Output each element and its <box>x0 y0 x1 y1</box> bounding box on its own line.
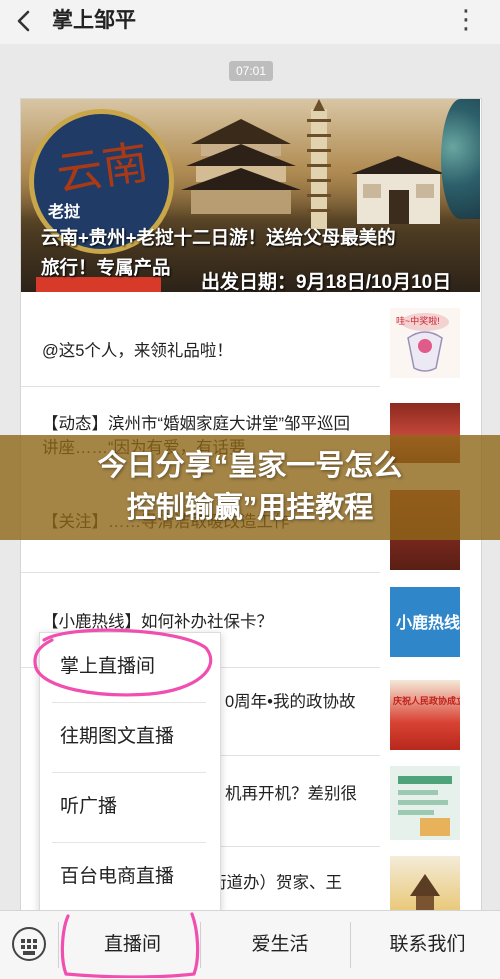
tab-divider <box>58 922 59 968</box>
article-title[interactable]: 0周年•我的政协故 <box>225 690 375 714</box>
menu-item-radio[interactable]: 听广播 <box>39 772 219 842</box>
tab-love-life[interactable]: 爱生活 <box>215 930 345 960</box>
tab-divider <box>350 922 351 968</box>
banner-peacock-decoration <box>441 99 480 219</box>
article-title[interactable]: 街道办）贺家、王 <box>210 871 380 895</box>
thumbnail-caption: 哇~中奖啦! <box>396 316 440 326</box>
menu-item-live-room[interactable]: 掌上直播间 <box>39 632 219 702</box>
article-title[interactable]: 【小鹿热线】如何补办社保卡？ <box>42 610 362 634</box>
article-title[interactable]: 机再开机？差别很 <box>225 782 375 806</box>
banner-temple-illustration <box>181 104 301 214</box>
row-divider <box>21 386 380 387</box>
promo-overlay-line2: 控制输赢”用挂教程 <box>126 492 374 524</box>
back-chevron-icon[interactable] <box>10 6 38 36</box>
page-title: 掌上邹平 <box>52 9 136 32</box>
keyboard-icon[interactable] <box>12 927 46 961</box>
menu-item-ecommerce-live[interactable]: 百台电商直播 <box>39 842 219 912</box>
message-timestamp: 07:01 <box>229 61 273 81</box>
banner-pagoda-illustration <box>299 99 339 229</box>
article-thumbnail-restart[interactable] <box>390 766 460 840</box>
banner-logo-sub-text: 老挝 <box>48 202 81 221</box>
banner-departure-date: 出发日期：9月18日/10月10日 <box>201 272 452 292</box>
row-divider <box>220 846 380 847</box>
article-thumbnail-cppcc[interactable]: 庆祝人民政协成立 <box>390 680 460 750</box>
row-divider <box>220 755 380 756</box>
more-dots-icon[interactable]: ⋮ <box>453 4 480 34</box>
article-thumbnail-prize[interactable]: 哇~中奖啦! <box>390 308 460 378</box>
article-title[interactable]: @这5个人，来领礼品啦！ <box>42 339 362 363</box>
banner-caption-line2: 旅行！专属产品 <box>41 257 171 278</box>
banner-logo-main-text: 云南 <box>53 134 152 202</box>
row-divider <box>21 572 380 573</box>
article-thumbnail-hotline[interactable]: 小鹿热线 <box>390 587 460 657</box>
banner-caption-line1: 云南+贵州+老挝十二日游！送给父母最美的 <box>41 227 396 248</box>
thumbnail-caption: 庆祝人民政协成立 <box>393 696 460 706</box>
tab-live-room[interactable]: 直播间 <box>75 930 190 960</box>
lead-article-banner[interactable]: 云南 老挝 云南+贵州+老挝十二日游！送给父母最美的 旅行！专属产品 出发日期：… <box>21 99 480 292</box>
banner-gate-illustration <box>351 154 446 224</box>
tab-divider <box>200 922 201 968</box>
promo-overlay-line1: 今日分享“皇家一号怎么 <box>97 450 403 482</box>
article-thumbnail-street[interactable] <box>390 856 460 910</box>
tab-contact-us[interactable]: 联系我们 <box>360 930 495 960</box>
thumbnail-caption: 小鹿热线 <box>396 615 460 632</box>
menu-item-past-live[interactable]: 往期图文直播 <box>39 702 219 772</box>
